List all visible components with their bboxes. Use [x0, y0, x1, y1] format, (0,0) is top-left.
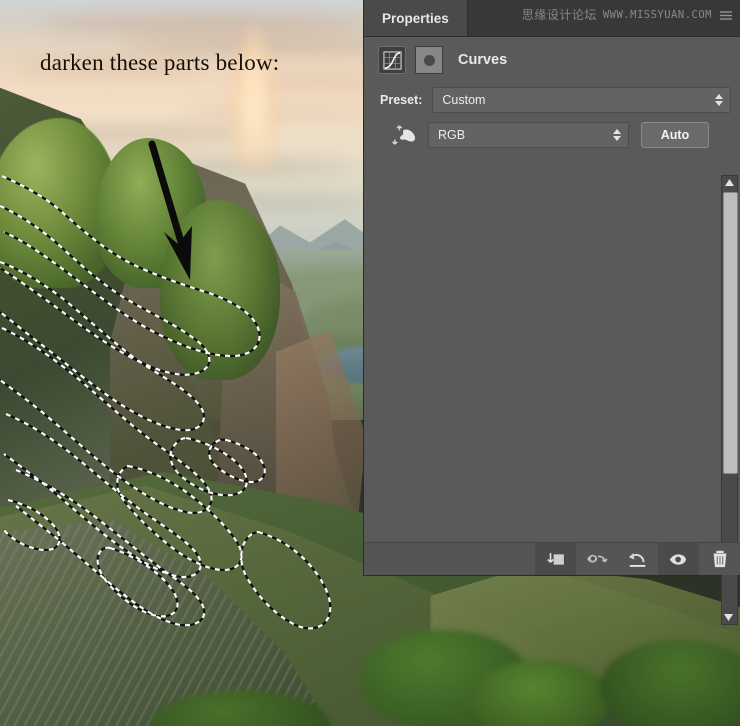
scroll-down-arrow-icon[interactable] [722, 611, 735, 624]
on-image-adjust-icon[interactable] [380, 124, 428, 146]
annotation-arrow [148, 140, 192, 280]
preset-row: Preset: Custom [364, 87, 740, 113]
clip-to-layer-button[interactable] [535, 543, 576, 575]
channel-select[interactable]: RGB [428, 122, 629, 148]
panel-footer[interactable] [364, 542, 740, 575]
toggle-layer-visibility-button[interactable] [658, 543, 699, 575]
curves-adjustment-icon[interactable] [378, 46, 406, 74]
chevron-updown-icon [715, 94, 724, 106]
toggle-layer-visibility-previous-button[interactable] [576, 543, 617, 575]
preset-label: Preset: [380, 93, 423, 107]
sun-ray [246, 18, 262, 148]
scroll-up-arrow-icon[interactable] [722, 176, 737, 189]
auto-button[interactable]: Auto [641, 122, 709, 148]
screenshot-root: darken these parts below: Properties 思缘设… [0, 0, 740, 726]
chevron-updown-icon [613, 129, 621, 141]
panel-menu-icon[interactable] [718, 8, 734, 22]
properties-panel[interactable]: Properties 思缘设计论坛 WWW.MISSYUAN.COM Curve… [364, 0, 740, 625]
channel-row: RGB Auto [364, 122, 740, 148]
preset-select[interactable]: Custom [432, 87, 732, 113]
annotation-text: darken these parts below: [40, 50, 280, 75]
delete-adjustment-layer-button[interactable] [699, 543, 740, 575]
panel-body: Preset: Custom RGB Auto [364, 87, 740, 625]
watermark: 思缘设计论坛 WWW.MISSYUAN.COM [522, 6, 734, 23]
tab-properties[interactable]: Properties [364, 0, 468, 36]
watermark-en: WWW.MISSYUAN.COM [602, 8, 712, 21]
watermark-cn: 思缘设计论坛 [521, 8, 597, 22]
reset-adjustment-button[interactable] [617, 543, 658, 575]
scrollbar-thumb[interactable] [723, 192, 738, 474]
panel-header: Curves [364, 37, 740, 83]
panel-tab-bar[interactable]: Properties 思缘设计论坛 WWW.MISSYUAN.COM [364, 0, 740, 37]
layer-mask-icon[interactable] [415, 46, 443, 74]
channel-value: RGB [438, 128, 466, 142]
panel-title: Curves [458, 52, 508, 68]
preset-value: Custom [442, 93, 486, 107]
